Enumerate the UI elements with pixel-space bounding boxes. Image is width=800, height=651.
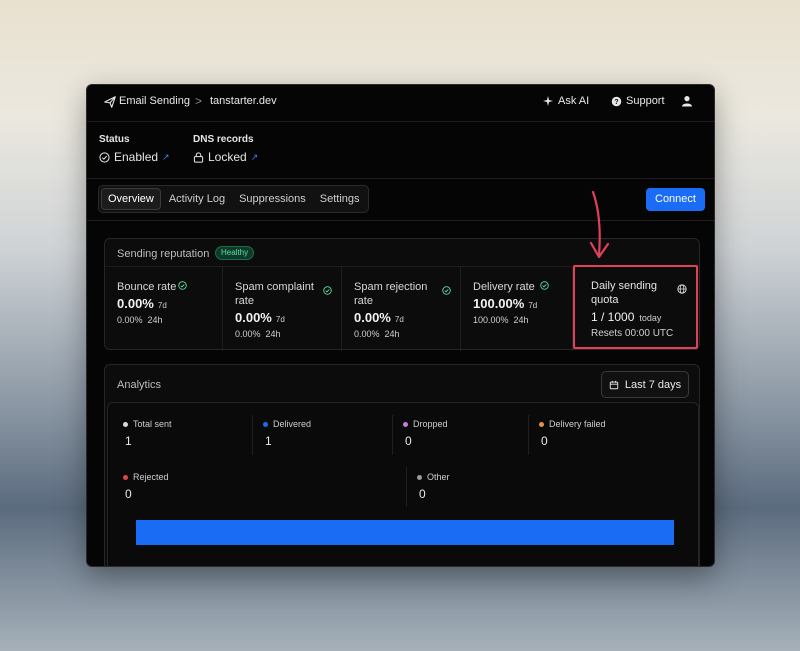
stat-divider	[406, 467, 407, 507]
legend-dot	[263, 421, 268, 427]
stat-value: 1	[125, 434, 132, 448]
check-circle-icon	[323, 286, 332, 295]
breadcrumb-email-sending[interactable]: Email Sending	[119, 95, 190, 107]
tab-settings[interactable]: Settings	[314, 188, 366, 210]
stat-divider	[392, 415, 393, 455]
check-circle-icon	[178, 281, 187, 290]
tab-overview[interactable]: Overview	[101, 188, 161, 210]
metric-label: Spam complaint rate	[235, 281, 314, 307]
stat-value: 0	[125, 487, 132, 501]
breadcrumb-separator: >	[195, 94, 203, 108]
reputation-title: Sending reputation	[117, 248, 210, 260]
metric-spam-complaint-rate: Spam complaint rate 0.00% 7d 0.00% 24h	[223, 267, 342, 351]
metric-delivery-rate: Delivery rate 100.00% 7d 100.00% 24h	[461, 267, 573, 351]
legend-dot	[123, 421, 128, 427]
stat-dropped: Dropped 0	[403, 419, 448, 448]
user-icon[interactable]	[681, 95, 693, 107]
metric-value-24h: 0.00% 24h	[354, 329, 400, 339]
connect-button[interactable]: Connect	[646, 188, 705, 211]
status-section: Status Enabled ↗	[99, 134, 170, 164]
legend-dot	[123, 474, 128, 480]
check-circle-icon	[540, 281, 549, 290]
stat-delivery-failed: Delivery failed 0	[539, 419, 606, 448]
analytics-title: Analytics	[117, 379, 162, 391]
send-icon	[104, 96, 116, 108]
stat-value: 0	[419, 487, 426, 501]
top-bar: Email Sending > tanstarter.dev Ask AI ? …	[87, 85, 714, 122]
help-circle-icon: ?	[611, 96, 622, 106]
quota-value: 1 / 1000 today	[591, 310, 662, 324]
metric-bounce-rate: Bounce rate 0.00% 7d 0.00% 24h	[105, 267, 223, 351]
status-label: Status	[99, 134, 130, 145]
legend-dot	[417, 474, 422, 480]
legend-dot	[539, 421, 544, 427]
dns-section: DNS records Locked ↗	[193, 134, 258, 164]
date-range-label: Last 7 days	[624, 378, 682, 391]
dns-value: Locked	[208, 150, 247, 164]
stat-label: Delivery failed	[549, 419, 606, 429]
stat-delivered: Delivered 1	[263, 419, 311, 448]
dns-label: DNS records	[193, 134, 254, 145]
ask-ai-label: Ask AI	[558, 95, 590, 107]
status-value-link[interactable]: Enabled ↗	[99, 150, 170, 164]
sparkle-icon	[543, 96, 553, 106]
date-range-button[interactable]: Last 7 days	[601, 371, 689, 398]
analytics-panel: Total sent 1 Delivered 1 Dropped 0 Deliv…	[107, 402, 699, 566]
breadcrumb-domain[interactable]: tanstarter.dev	[210, 95, 277, 107]
legend-dot	[403, 421, 408, 427]
lock-icon	[193, 151, 204, 163]
metric-spam-rejection-rate: Spam rejection rate 0.00% 7d 0.00% 24h	[342, 267, 461, 351]
section-divider	[87, 178, 714, 179]
stat-value: 0	[541, 434, 548, 448]
stat-divider	[252, 415, 253, 455]
stat-total-sent: Total sent 1	[123, 419, 172, 448]
support-button[interactable]: ? Support	[611, 95, 665, 107]
metric-label: Spam rejection rate	[354, 281, 428, 307]
metric-value-7d: 0.00% 7d	[117, 296, 167, 311]
svg-text:?: ?	[614, 98, 618, 105]
status-badge: Healthy	[215, 246, 255, 260]
metric-value-24h: 0.00% 24h	[117, 315, 163, 325]
metric-value-24h: 0.00% 24h	[235, 329, 281, 339]
tab-suppressions[interactable]: Suppressions	[233, 188, 312, 210]
tab-bar: Overview Activity Log Suppressions Setti…	[98, 185, 369, 213]
metric-value-7d: 0.00% 7d	[354, 310, 404, 325]
status-value: Enabled	[114, 150, 159, 164]
ask-ai-button[interactable]: Ask AI	[542, 95, 589, 107]
stat-value: 0	[405, 434, 412, 448]
stat-label: Dropped	[413, 419, 448, 429]
analytics-card: Analytics Last 7 days Total sent 1 Deliv…	[104, 364, 700, 566]
daily-sending-quota: Daily sending quota 1 / 1000 today Resets…	[573, 265, 698, 349]
stat-label: Delivered	[273, 419, 312, 429]
metric-label: Bounce rate	[117, 281, 177, 293]
app-window: Email Sending > tanstarter.dev Ask AI ? …	[86, 84, 715, 567]
check-circle-icon	[442, 286, 451, 295]
external-link-icon: ↗	[162, 151, 170, 162]
quota-reset-text: Resets 00:00 UTC	[591, 328, 674, 339]
dns-value-link[interactable]: Locked ↗	[193, 150, 258, 164]
quota-label: Daily sending quota	[591, 280, 658, 306]
external-link-icon: ↗	[250, 151, 259, 162]
metric-value-7d: 100.00% 7d	[473, 296, 538, 311]
metric-label: Delivery rate	[473, 281, 535, 293]
delivery-bar	[136, 520, 674, 545]
stat-label: Other	[427, 472, 450, 482]
globe-icon	[677, 284, 687, 294]
annotation-arrow-icon	[589, 190, 610, 259]
metric-value-24h: 100.00% 24h	[473, 315, 529, 325]
stat-divider	[528, 415, 529, 455]
calendar-icon	[609, 380, 619, 389]
tab-activity-log[interactable]: Activity Log	[163, 188, 231, 210]
metric-value-7d: 0.00% 7d	[235, 310, 285, 325]
check-circle-icon	[99, 151, 110, 163]
support-label: Support	[626, 95, 665, 107]
stat-value: 1	[265, 434, 272, 448]
stat-label: Total sent	[133, 419, 172, 429]
stat-rejected: Rejected 0	[123, 472, 169, 501]
stat-other: Other 0	[417, 472, 450, 501]
stat-label: Rejected	[133, 472, 169, 482]
